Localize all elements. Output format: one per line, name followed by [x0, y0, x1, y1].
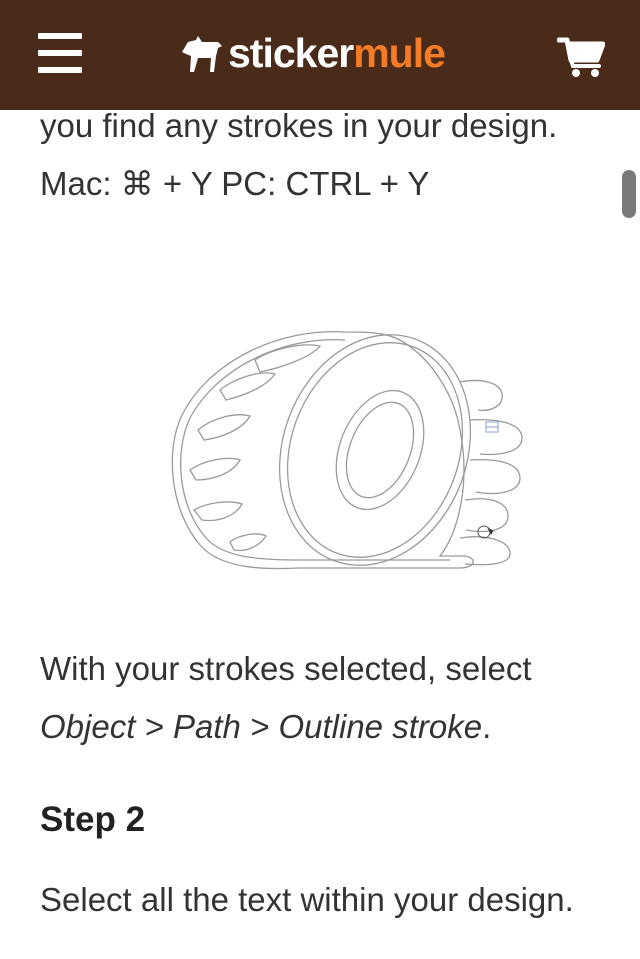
- page-scrollbar[interactable]: [622, 170, 636, 218]
- intro-paragraph: you find any strokes in your design. Mac…: [40, 107, 558, 202]
- outline-stroke-paragraph: With your strokes selected, select Objec…: [40, 640, 600, 756]
- logo-mule-word: mule: [353, 29, 446, 76]
- logo-sticker-word: sticker: [228, 29, 354, 76]
- outlined-letter-illustration: [171, 331, 523, 570]
- hamburger-menu-icon[interactable]: [38, 33, 82, 73]
- stickermule-logo[interactable]: stickermule: [178, 28, 446, 78]
- step-2-paragraph: Select all the text within your design.: [40, 881, 574, 918]
- step-2-heading: Step 2: [40, 800, 146, 839]
- outline-text-before: With your strokes selected, select: [40, 650, 532, 687]
- outline-menu-path: Object > Path > Outline stroke: [40, 708, 483, 745]
- shopping-cart-icon[interactable]: [557, 36, 605, 78]
- site-header: stickermule: [0, 0, 640, 110]
- outline-text-after: .: [482, 708, 492, 745]
- mule-logo-icon: [182, 36, 222, 72]
